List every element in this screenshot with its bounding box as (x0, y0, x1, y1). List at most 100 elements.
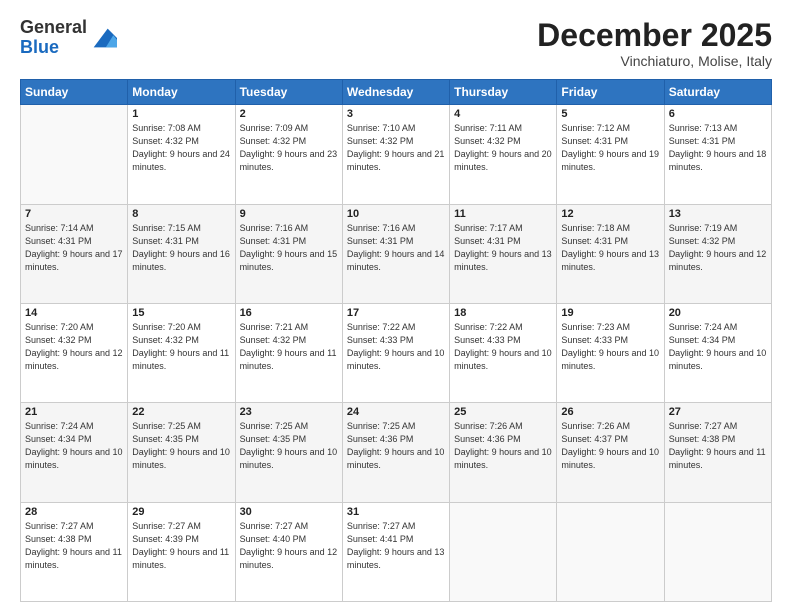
day-number: 11 (454, 208, 552, 220)
calendar-cell: 12Sunrise: 7:18 AMSunset: 4:31 PMDayligh… (557, 204, 664, 303)
day-info: Sunrise: 7:24 AMSunset: 4:34 PMDaylight:… (25, 420, 123, 472)
calendar-cell: 31Sunrise: 7:27 AMSunset: 4:41 PMDayligh… (342, 502, 449, 601)
day-info: Sunrise: 7:19 AMSunset: 4:32 PMDaylight:… (669, 222, 767, 274)
weekday-header-sunday: Sunday (21, 80, 128, 105)
day-info: Sunrise: 7:20 AMSunset: 4:32 PMDaylight:… (25, 321, 123, 373)
day-info: Sunrise: 7:09 AMSunset: 4:32 PMDaylight:… (240, 122, 338, 174)
day-info: Sunrise: 7:25 AMSunset: 4:36 PMDaylight:… (347, 420, 445, 472)
week-row-3: 21 Sunrise: 7:24 AMSunset: 4:34 PMDayligh… (21, 403, 772, 502)
calendar-cell: 8 Sunrise: 7:15 AMSunset: 4:31 PMDaylight… (128, 204, 235, 303)
calendar-cell: 29 Sunrise: 7:27 AMSunset: 4:39 PMDayligh… (128, 502, 235, 601)
weekday-header-row: SundayMondayTuesdayWednesdayThursdayFrid… (21, 80, 772, 105)
calendar-cell: 6 Sunrise: 7:13 AMSunset: 4:31 PMDaylight… (664, 105, 771, 204)
day-number: 19 (561, 307, 659, 319)
weekday-header-wednesday: Wednesday (342, 80, 449, 105)
calendar-cell: 2Sunrise: 7:09 AMSunset: 4:32 PMDaylight… (235, 105, 342, 204)
calendar-cell: 10Sunrise: 7:16 AMSunset: 4:31 PMDayligh… (342, 204, 449, 303)
day-info: Sunrise: 7:27 AMSunset: 4:39 PMDaylight:… (132, 520, 230, 572)
day-number: 22 (132, 406, 230, 418)
day-info: Sunrise: 7:22 AMSunset: 4:33 PMDaylight:… (454, 321, 552, 373)
calendar-cell (21, 105, 128, 204)
calendar-cell: 7Sunrise: 7:14 AMSunset: 4:31 PMDaylight… (21, 204, 128, 303)
day-info: Sunrise: 7:27 AMSunset: 4:38 PMDaylight:… (669, 420, 767, 472)
day-number: 15 (132, 307, 230, 319)
day-number: 24 (347, 406, 445, 418)
calendar-cell: 5 Sunrise: 7:12 AMSunset: 4:31 PMDaylight… (557, 105, 664, 204)
header: General Blue December 2025 Vinchiaturo, … (20, 18, 772, 69)
day-number: 9 (240, 208, 338, 220)
logo-icon (89, 24, 117, 52)
day-info: Sunrise: 7:25 AMSunset: 4:35 PMDaylight:… (240, 420, 338, 472)
day-info: Sunrise: 7:21 AMSunset: 4:32 PMDaylight:… (240, 321, 338, 373)
week-row-4: 28 Sunrise: 7:27 AMSunset: 4:38 PMDayligh… (21, 502, 772, 601)
calendar-cell: 27 Sunrise: 7:27 AMSunset: 4:38 PMDayligh… (664, 403, 771, 502)
day-number: 10 (347, 208, 445, 220)
day-number: 29 (132, 506, 230, 518)
day-number: 21 (25, 406, 123, 418)
calendar-cell: 3Sunrise: 7:10 AMSunset: 4:32 PMDaylight… (342, 105, 449, 204)
calendar-cell: 17 Sunrise: 7:22 AMSunset: 4:33 PMDayligh… (342, 303, 449, 402)
week-row-1: 7Sunrise: 7:14 AMSunset: 4:31 PMDaylight… (21, 204, 772, 303)
calendar-cell: 15Sunrise: 7:20 AMSunset: 4:32 PMDayligh… (128, 303, 235, 402)
day-number: 26 (561, 406, 659, 418)
day-number: 13 (669, 208, 767, 220)
day-info: Sunrise: 7:13 AMSunset: 4:31 PMDaylight:… (669, 122, 767, 174)
day-info: Sunrise: 7:23 AMSunset: 4:33 PMDaylight:… (561, 321, 659, 373)
calendar-cell (450, 502, 557, 601)
day-number: 30 (240, 506, 338, 518)
calendar-cell: 4Sunrise: 7:11 AMSunset: 4:32 PMDaylight… (450, 105, 557, 204)
day-info: Sunrise: 7:26 AMSunset: 4:36 PMDaylight:… (454, 420, 552, 472)
day-number: 28 (25, 506, 123, 518)
logo-text: General Blue (20, 18, 87, 58)
day-info: Sunrise: 7:12 AMSunset: 4:31 PMDaylight:… (561, 122, 659, 174)
calendar-cell: 26Sunrise: 7:26 AMSunset: 4:37 PMDayligh… (557, 403, 664, 502)
page: General Blue December 2025 Vinchiaturo, … (0, 0, 792, 612)
calendar-cell: 18Sunrise: 7:22 AMSunset: 4:33 PMDayligh… (450, 303, 557, 402)
calendar-cell: 20 Sunrise: 7:24 AMSunset: 4:34 PMDayligh… (664, 303, 771, 402)
calendar-cell (664, 502, 771, 601)
day-number: 8 (132, 208, 230, 220)
day-number: 4 (454, 108, 552, 120)
calendar-cell: 25 Sunrise: 7:26 AMSunset: 4:36 PMDayligh… (450, 403, 557, 502)
calendar-cell: 14Sunrise: 7:20 AMSunset: 4:32 PMDayligh… (21, 303, 128, 402)
week-row-2: 14Sunrise: 7:20 AMSunset: 4:32 PMDayligh… (21, 303, 772, 402)
day-info: Sunrise: 7:27 AMSunset: 4:38 PMDaylight:… (25, 520, 123, 572)
calendar-cell: 23 Sunrise: 7:25 AMSunset: 4:35 PMDayligh… (235, 403, 342, 502)
calendar-cell: 9 Sunrise: 7:16 AMSunset: 4:31 PMDaylight… (235, 204, 342, 303)
day-number: 5 (561, 108, 659, 120)
day-number: 7 (25, 208, 123, 220)
day-number: 23 (240, 406, 338, 418)
calendar-table: SundayMondayTuesdayWednesdayThursdayFrid… (20, 79, 772, 602)
day-number: 17 (347, 307, 445, 319)
day-number: 25 (454, 406, 552, 418)
day-number: 20 (669, 307, 767, 319)
day-number: 16 (240, 307, 338, 319)
week-row-0: 1 Sunrise: 7:08 AMSunset: 4:32 PMDaylight… (21, 105, 772, 204)
calendar-cell: 22Sunrise: 7:25 AMSunset: 4:35 PMDayligh… (128, 403, 235, 502)
day-info: Sunrise: 7:27 AMSunset: 4:40 PMDaylight:… (240, 520, 338, 572)
weekday-header-friday: Friday (557, 80, 664, 105)
calendar-cell: 30 Sunrise: 7:27 AMSunset: 4:40 PMDayligh… (235, 502, 342, 601)
calendar-cell: 16 Sunrise: 7:21 AMSunset: 4:32 PMDayligh… (235, 303, 342, 402)
day-number: 3 (347, 108, 445, 120)
calendar-cell: 1 Sunrise: 7:08 AMSunset: 4:32 PMDaylight… (128, 105, 235, 204)
day-number: 1 (132, 108, 230, 120)
day-info: Sunrise: 7:24 AMSunset: 4:34 PMDaylight:… (669, 321, 767, 373)
day-info: Sunrise: 7:18 AMSunset: 4:31 PMDaylight:… (561, 222, 659, 274)
day-info: Sunrise: 7:15 AMSunset: 4:31 PMDaylight:… (132, 222, 230, 274)
title-block: December 2025 Vinchiaturo, Molise, Italy (537, 18, 772, 69)
calendar-cell: 21 Sunrise: 7:24 AMSunset: 4:34 PMDayligh… (21, 403, 128, 502)
day-number: 31 (347, 506, 445, 518)
day-info: Sunrise: 7:08 AMSunset: 4:32 PMDaylight:… (132, 122, 230, 174)
calendar-cell: 24 Sunrise: 7:25 AMSunset: 4:36 PMDayligh… (342, 403, 449, 502)
day-number: 6 (669, 108, 767, 120)
day-info: Sunrise: 7:16 AMSunset: 4:31 PMDaylight:… (240, 222, 338, 274)
weekday-header-monday: Monday (128, 80, 235, 105)
calendar-cell: 11Sunrise: 7:17 AMSunset: 4:31 PMDayligh… (450, 204, 557, 303)
calendar-cell: 28 Sunrise: 7:27 AMSunset: 4:38 PMDayligh… (21, 502, 128, 601)
weekday-header-thursday: Thursday (450, 80, 557, 105)
day-info: Sunrise: 7:22 AMSunset: 4:33 PMDaylight:… (347, 321, 445, 373)
location: Vinchiaturo, Molise, Italy (537, 53, 772, 69)
day-number: 27 (669, 406, 767, 418)
calendar-cell (557, 502, 664, 601)
